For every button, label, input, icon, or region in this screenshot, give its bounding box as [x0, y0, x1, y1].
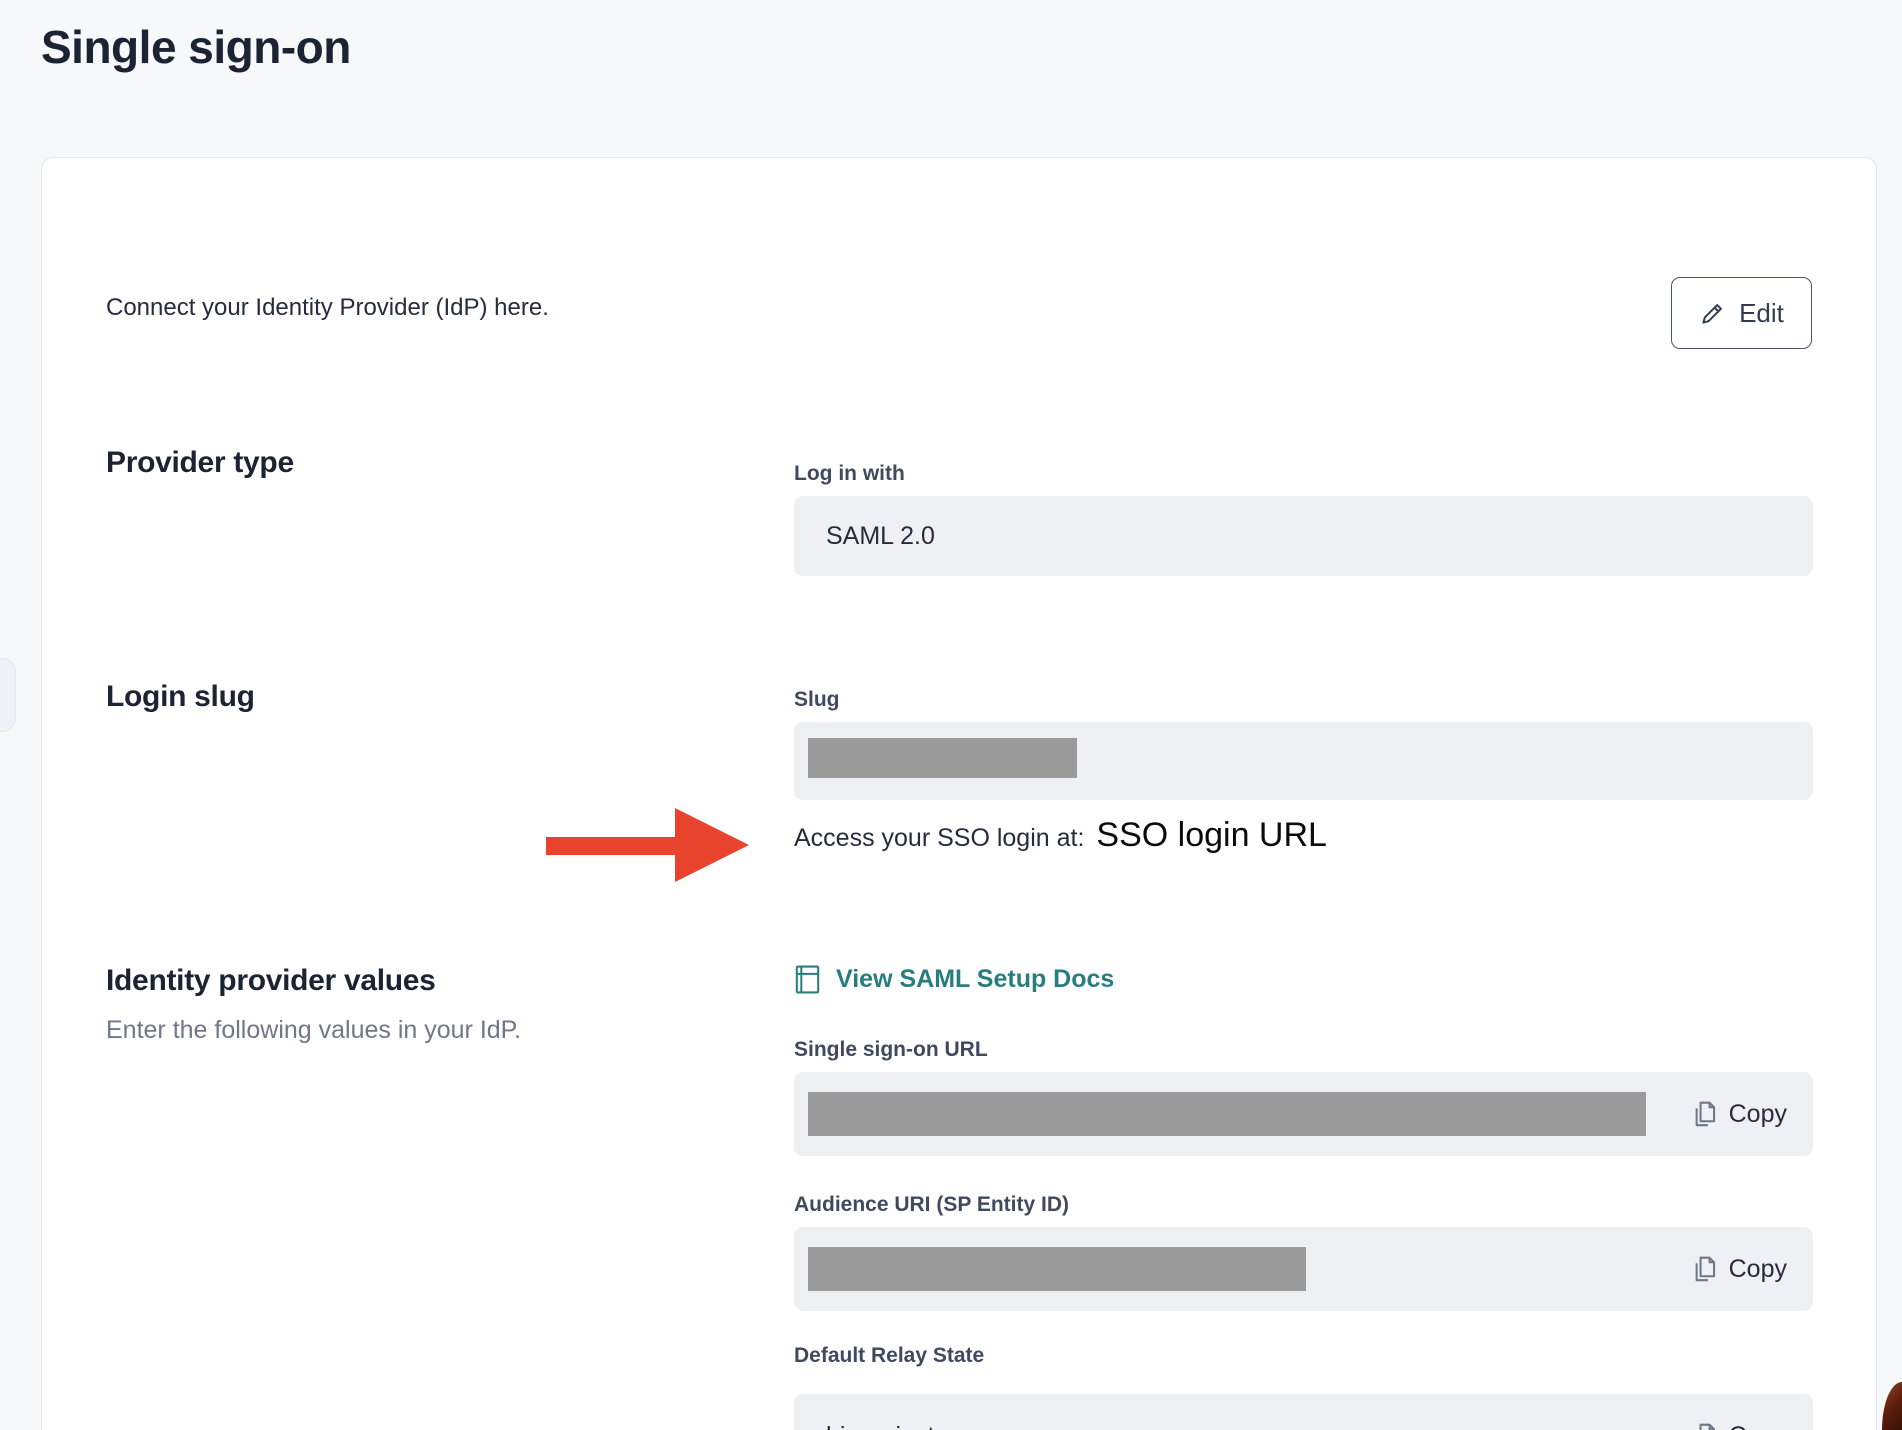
- copy-icon: [1691, 1421, 1718, 1430]
- default-relay-state-field: bigproject Copy: [794, 1394, 1813, 1430]
- provider-type-field: SAML 2.0: [794, 496, 1813, 576]
- copy-relay-state-button[interactable]: Copy: [1691, 1394, 1787, 1430]
- audience-uri-label: Audience URI (SP Entity ID): [794, 1193, 1069, 1217]
- intro-text: Connect your Identity Provider (IdP) her…: [106, 294, 549, 322]
- redacted-sso-url-value: [808, 1092, 1646, 1136]
- saml-docs-link-label: View SAML Setup Docs: [836, 965, 1114, 994]
- sso-url-label: Single sign-on URL: [794, 1038, 988, 1062]
- page-title: Single sign-on: [41, 20, 351, 74]
- redacted-slug-value: [808, 738, 1077, 778]
- sso-card: Connect your Identity Provider (IdP) her…: [41, 157, 1877, 1430]
- default-relay-state-label: Default Relay State: [794, 1344, 984, 1368]
- access-login-text: Access your SSO login at:: [794, 824, 1084, 852]
- sso-url-field: Copy: [794, 1072, 1813, 1156]
- edit-button-label: Edit: [1739, 298, 1784, 329]
- idp-values-subheading: Enter the following values in your IdP.: [106, 1016, 521, 1045]
- copy-icon: [1691, 1254, 1718, 1285]
- copy-sso-url-button[interactable]: Copy: [1691, 1072, 1787, 1156]
- section-heading-provider-type: Provider type: [106, 446, 294, 480]
- sso-settings-page: Single sign-on Connect your Identity Pro…: [0, 0, 1902, 1430]
- copy-button-label: Copy: [1729, 1255, 1787, 1284]
- edit-button[interactable]: Edit: [1671, 277, 1812, 349]
- pencil-icon: [1699, 299, 1727, 327]
- section-heading-idp-values: Identity provider values: [106, 964, 436, 998]
- audience-uri-field: Copy: [794, 1227, 1813, 1311]
- access-login-row: Access your SSO login at: SSO login URL: [794, 816, 1327, 855]
- redacted-audience-uri-value: [808, 1247, 1306, 1291]
- copy-icon: [1691, 1099, 1718, 1130]
- login-with-label: Log in with: [794, 462, 905, 486]
- section-heading-login-slug: Login slug: [106, 680, 255, 714]
- slug-label: Slug: [794, 688, 840, 712]
- copy-button-label: Copy: [1729, 1422, 1787, 1430]
- sso-login-url-link[interactable]: SSO login URL: [1096, 816, 1327, 854]
- left-edge-handle: [0, 658, 16, 732]
- copy-button-label: Copy: [1729, 1100, 1787, 1129]
- slug-field: [794, 722, 1813, 800]
- book-icon: [794, 964, 821, 995]
- copy-audience-uri-button[interactable]: Copy: [1691, 1227, 1787, 1311]
- red-arrow-icon: [546, 806, 756, 886]
- saml-docs-link[interactable]: View SAML Setup Docs: [794, 964, 1114, 995]
- corner-graphic: [1882, 1382, 1902, 1430]
- provider-type-value: SAML 2.0: [794, 496, 1813, 576]
- default-relay-state-value: bigproject: [794, 1394, 1813, 1430]
